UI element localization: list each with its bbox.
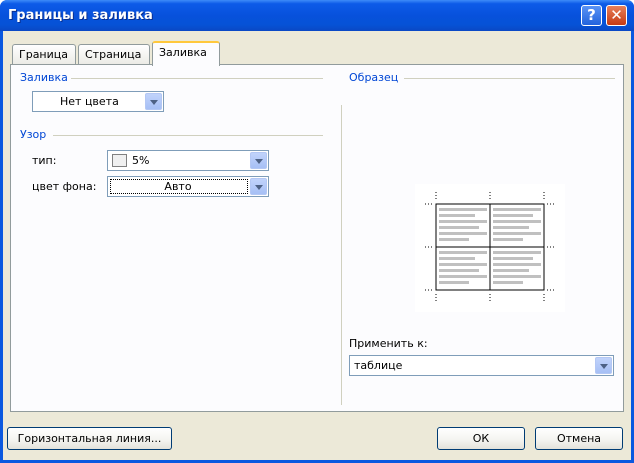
pattern-type-label: тип: xyxy=(32,154,57,167)
dialog-client: Граница Страница Заливка Заливка Нет цве… xyxy=(3,31,631,460)
apply-to-value: таблице xyxy=(354,359,403,372)
pattern-group-label: Узор xyxy=(20,128,47,141)
fill-group-divider xyxy=(71,78,323,79)
column-divider xyxy=(341,105,342,405)
tab-borders[interactable]: Граница xyxy=(12,44,76,64)
tab-page[interactable]: Страница xyxy=(78,44,150,64)
table-preview-graphic xyxy=(425,192,555,302)
pattern-type-value: 5% xyxy=(132,154,150,167)
fill-color-dropdown[interactable]: Нет цвета xyxy=(32,91,164,112)
pattern-bg-label: цвет фона: xyxy=(32,180,97,193)
window-title: Границы и заливка xyxy=(8,8,153,23)
chevron-down-icon[interactable] xyxy=(250,152,267,169)
sample-preview xyxy=(415,184,565,312)
horizontal-line-button[interactable]: Горизонтальная линия... xyxy=(7,427,172,450)
dialog-window: Границы и заливка ? ✕ Граница Страница З… xyxy=(0,0,634,463)
tab-shading[interactable]: Заливка xyxy=(152,41,220,66)
apply-to-label: Применить к: xyxy=(349,337,428,350)
fill-group-label: Заливка xyxy=(20,71,68,84)
chevron-down-icon[interactable] xyxy=(250,178,267,195)
sample-group-divider xyxy=(404,78,615,79)
shading-panel: Заливка Нет цвета Узор тип: 5% цвет фона… xyxy=(10,64,624,412)
pattern-bg-value: Авто xyxy=(164,180,192,193)
pattern-swatch xyxy=(112,154,127,167)
chevron-down-icon[interactable] xyxy=(595,357,612,374)
pattern-bg-dropdown[interactable]: Авто xyxy=(107,176,269,197)
pattern-type-dropdown[interactable]: 5% xyxy=(107,150,269,171)
pattern-group-divider xyxy=(53,135,323,136)
close-button[interactable]: ✕ xyxy=(606,5,627,26)
fill-color-value: Нет цвета xyxy=(60,95,119,108)
sample-group-label: Образец xyxy=(349,71,399,84)
title-bar[interactable]: Границы и заливка ? ✕ xyxy=(0,0,634,31)
cancel-button[interactable]: Отмена xyxy=(535,427,623,450)
help-button[interactable]: ? xyxy=(581,5,602,26)
chevron-down-icon[interactable] xyxy=(145,93,162,110)
ok-button[interactable]: ОК xyxy=(437,427,525,450)
apply-to-dropdown[interactable]: таблице xyxy=(349,355,614,376)
